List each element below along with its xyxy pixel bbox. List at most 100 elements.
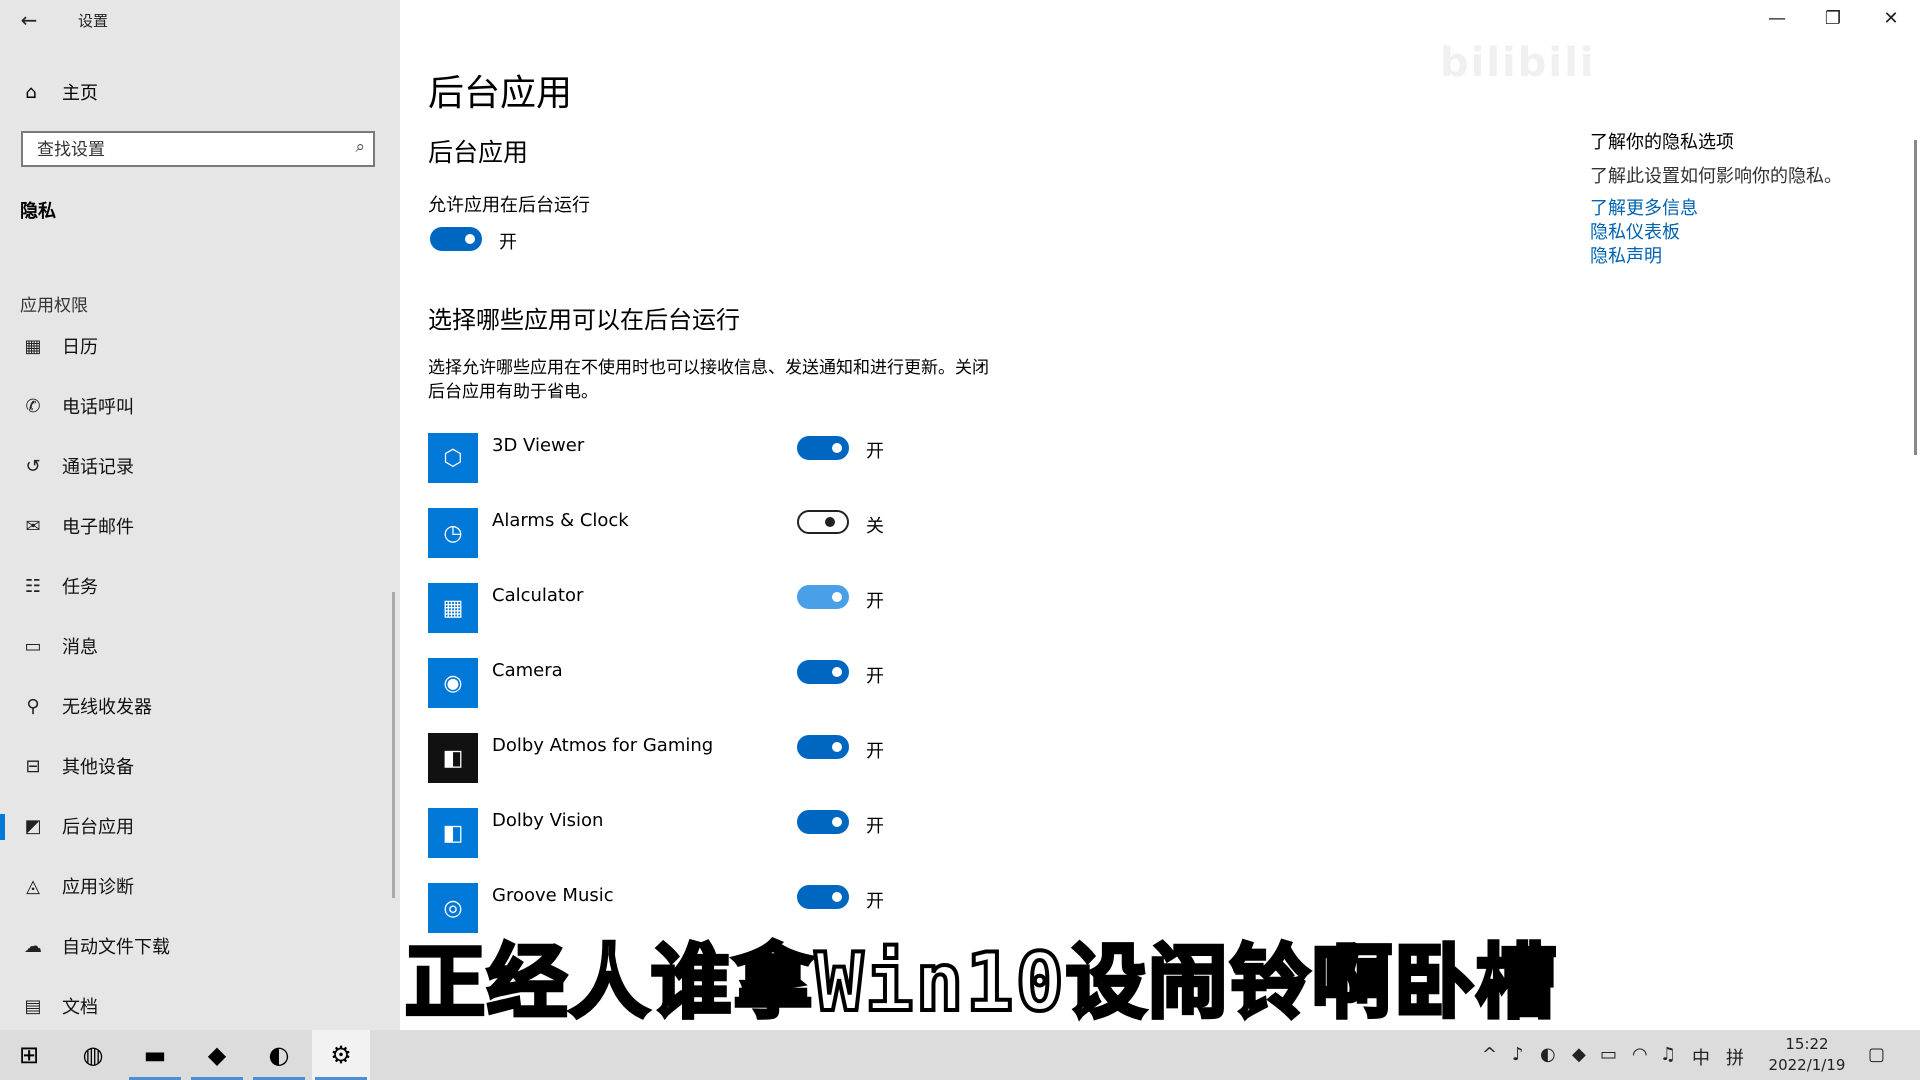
toggle-alarms-clock[interactable] (797, 510, 849, 534)
clock-icon: ◷ (428, 508, 478, 558)
document-icon: ▤ (24, 995, 42, 1017)
list-item: ◷ Alarms & Clock (428, 508, 928, 560)
sidebar-item-label: 消息 (62, 637, 98, 658)
diagnostics-icon: ◬ (26, 875, 40, 897)
ime-mode-indicator[interactable]: 拼 (1726, 1044, 1744, 1070)
app-state: 开 (866, 441, 884, 462)
toggle-groove-music[interactable] (797, 885, 849, 909)
ime-indicator[interactable]: 中 (1692, 1044, 1710, 1070)
allow-background-toggle[interactable] (430, 227, 482, 251)
minimize-icon[interactable]: — (1762, 8, 1792, 29)
sidebar-item-auto-downloads[interactable]: ☁ 自动文件下载 (0, 916, 400, 976)
tray-expand-icon[interactable]: ^ (1482, 1044, 1497, 1065)
choose-apps-description: 选择允许哪些应用在不使用时也可以接收信息、发送通知和进行更新。关闭后台应用有助于… (428, 358, 989, 402)
link-learn-more[interactable]: 了解更多信息 (1590, 194, 1698, 220)
back-arrow-icon[interactable]: ← (14, 6, 44, 34)
message-icon: ▭ (24, 635, 42, 657)
background-apps-icon: ◩ (24, 815, 42, 837)
taskbar-clock[interactable]: 15:22 2022/1/19 (1764, 1034, 1850, 1076)
list-item: ◉ Camera (428, 658, 928, 710)
toggle-camera[interactable] (797, 660, 849, 684)
link-privacy-dashboard[interactable]: 隐私仪表板 (1590, 218, 1680, 244)
sidebar-item-messaging[interactable]: ▭ 消息 (0, 616, 400, 676)
list-item: ⬡ 3D Viewer (428, 433, 928, 485)
sidebar-item-radios[interactable]: ⚲ 无线收发器 (0, 676, 400, 736)
allow-background-state: 开 (499, 232, 517, 253)
link-privacy-statement[interactable]: 隐私声明 (1590, 242, 1662, 268)
app-blue-icon[interactable]: ◆ (188, 1030, 246, 1080)
devices-icon: ⊟ (25, 755, 41, 777)
wifi-icon[interactable]: ◠ (1632, 1044, 1648, 1065)
home-icon: ⌂ (25, 81, 37, 103)
volume-icon[interactable]: ♫ (1660, 1044, 1676, 1065)
search-icon[interactable]: ⌕ (355, 137, 365, 157)
sidebar-item-tasks[interactable]: ☷ 任务 (0, 556, 400, 616)
sidebar-item-documents[interactable]: ▤ 文档 (0, 976, 400, 1036)
main-content: bilibili — ❐ ✕ 后台应用 后台应用 允许应用在后台运行 开 选择哪… (400, 0, 1920, 1030)
steam-tray-icon[interactable]: ◐ (1540, 1044, 1556, 1065)
sidebar-item-label: 电话呼叫 (62, 397, 134, 418)
app-state: 开 (866, 816, 884, 837)
sidebar-item-label: 自动文件下载 (62, 937, 170, 958)
toggle-dolby-atmos[interactable] (797, 735, 849, 759)
notification-icon[interactable]: ▢ (1868, 1044, 1885, 1065)
app-tray-icon[interactable]: ◆ (1572, 1044, 1586, 1065)
search-box[interactable]: ⌕ (21, 131, 375, 167)
app-name: Dolby Atmos for Gaming (492, 735, 714, 756)
list-item: ▦ Calculator (428, 583, 928, 635)
nav-home[interactable]: ⌂ 主页 (20, 78, 98, 106)
app-name: Calculator (492, 585, 584, 606)
window-title: 设置 (78, 12, 109, 30)
microphone-icon[interactable]: ♪ (1512, 1044, 1524, 1065)
sidebar-item-label: 后台应用 (62, 817, 134, 838)
allow-background-label: 允许应用在后台运行 (428, 195, 590, 216)
app-state: 关 (866, 516, 884, 537)
sidebar-item-app-diagnostics[interactable]: ◬ 应用诊断 (0, 856, 400, 916)
app-state: 开 (866, 666, 884, 687)
group-label: 应用权限 (20, 296, 88, 316)
app-state: 开 (866, 891, 884, 912)
list-item: ◧ Dolby Atmos for Gaming (428, 733, 928, 785)
sidebar-item-background-apps[interactable]: ◩ 后台应用 (0, 796, 400, 856)
restore-icon[interactable]: ❐ (1818, 8, 1848, 29)
chrome-icon[interactable]: ◍ (64, 1030, 122, 1080)
settings-gear-icon[interactable]: ⚙ (312, 1030, 370, 1080)
toggle-calculator[interactable] (797, 585, 849, 609)
sidebar-item-call-history[interactable]: ↺ 通话记录 (0, 436, 400, 496)
sidebar-item-email[interactable]: ✉ 电子邮件 (0, 496, 400, 556)
clock-time: 15:22 (1785, 1035, 1829, 1053)
toggle-dolby-vision[interactable] (797, 810, 849, 834)
steam-icon[interactable]: ◐ (250, 1030, 308, 1080)
app-state: 开 (866, 741, 884, 762)
calendar-icon: ▦ (24, 335, 42, 357)
list-item: ◧ Dolby Vision (428, 808, 928, 860)
windows-start-icon[interactable]: ⊞ (0, 1030, 58, 1080)
search-input[interactable] (35, 139, 339, 161)
sidebar-item-label: 通话记录 (62, 457, 134, 478)
clock-date: 2022/1/19 (1768, 1056, 1846, 1074)
toggle-3d-viewer[interactable] (797, 436, 849, 460)
sidebar-scrollbar[interactable] (392, 592, 395, 898)
privacy-options-desc: 了解此设置如何影响你的隐私。 (1590, 166, 1842, 187)
app-name: Groove Music (492, 885, 614, 906)
page-title: 后台应用 (428, 73, 573, 114)
sidebar-item-phone[interactable]: ✆ 电话呼叫 (0, 376, 400, 436)
sidebar-item-other-devices[interactable]: ⊟ 其他设备 (0, 736, 400, 796)
calculator-icon: ▦ (428, 583, 478, 633)
file-explorer-icon[interactable]: ▬ (126, 1030, 184, 1080)
main-scrollbar[interactable] (1914, 140, 1917, 455)
app-name: 3D Viewer (492, 435, 585, 456)
choose-apps-heading: 选择哪些应用可以在后台运行 (428, 306, 740, 334)
app-name: Dolby Vision (492, 810, 604, 831)
history-icon: ↺ (25, 455, 41, 477)
cube-icon: ⬡ (428, 433, 478, 483)
mail-icon: ✉ (25, 515, 41, 537)
section-title: 隐私 (20, 201, 56, 222)
sidebar-item-calendar[interactable]: ▦ 日历 (0, 316, 400, 376)
taskbar: ⊞ ◍ ▬ ◆ ◐ ⚙ ^ ♪ ◐ ◆ ▭ ◠ ♫ 中 拼 15:22 2022… (0, 1030, 1920, 1080)
cloud-icon: ☁ (24, 935, 42, 957)
battery-icon[interactable]: ▭ (1600, 1044, 1617, 1065)
close-icon[interactable]: ✕ (1876, 8, 1906, 29)
dolby-icon: ◧ (428, 733, 478, 783)
sidebar-item-label: 其他设备 (62, 757, 134, 778)
